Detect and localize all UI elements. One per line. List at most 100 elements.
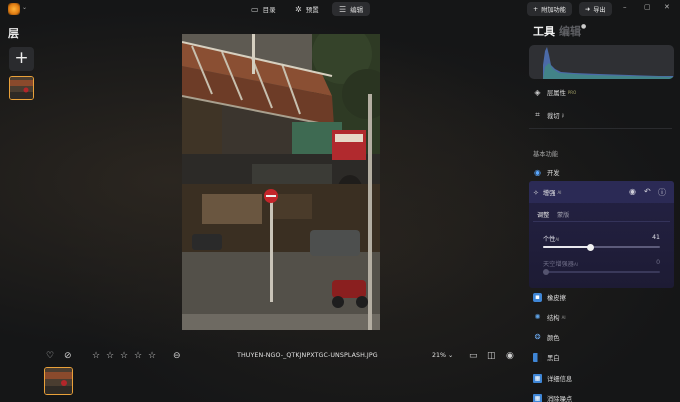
layer-properties-row[interactable]: ◈ 层属性 PRO xyxy=(533,88,576,97)
maximize-icon[interactable]: ▢ xyxy=(644,3,651,11)
close-icon[interactable]: ✕ xyxy=(664,3,670,11)
slider-personality-track[interactable] xyxy=(543,243,660,251)
eraser-icon: ▪ xyxy=(533,293,542,302)
top-bar: ⌄ ▭ 目录 ✲ 预置 ☰ 编辑 + 附加功能 ➜ 导出 – ▢ ✕ xyxy=(0,0,680,18)
details-icon: ▦ xyxy=(533,374,542,383)
tool-color[interactable]: ❂ 颜色 xyxy=(533,333,560,342)
tool-black-white[interactable]: 黑白 xyxy=(533,353,560,362)
slider-sky-name: 天空增强器 xyxy=(543,261,574,268)
addons-button[interactable]: + 附加功能 xyxy=(527,2,572,16)
slider-sky-handle[interactable] xyxy=(543,269,549,275)
color-icon: ❂ xyxy=(534,333,541,341)
subtab-divider xyxy=(533,221,670,222)
tool-color-label: 颜色 xyxy=(547,335,560,342)
slider-personality-value[interactable]: 41 xyxy=(652,234,660,241)
star-icon[interactable]: ☆ xyxy=(92,349,100,363)
develop-icon: ◉ xyxy=(534,168,541,177)
ai-badge: AI xyxy=(561,315,566,320)
layer-thumbnail[interactable] xyxy=(9,76,34,100)
tab-catalog[interactable]: ▭ 目录 xyxy=(244,2,283,16)
photo-canvas[interactable] xyxy=(182,34,380,330)
crop-row[interactable]: ⌗ 裁切 β xyxy=(533,110,564,120)
export-icon: ➜ xyxy=(585,5,591,13)
structure-icon: ✺ xyxy=(534,313,541,321)
enhance-ai-panel: ✧ 增强 AI ◉ ↶ ⓘ 调整 蒙版 个性AI 41 天空增强器AI 0 xyxy=(529,181,674,288)
star-icon[interactable]: ☆ xyxy=(106,349,114,363)
slider-personality-label: 个性AI xyxy=(543,234,559,243)
catalog-icon: ▭ xyxy=(251,4,259,14)
ai-badge: AI xyxy=(555,237,560,242)
zoom-dropdown[interactable]: 21% ⌄ xyxy=(432,352,453,359)
histogram xyxy=(529,45,674,79)
panel-title-label: 增强 xyxy=(542,190,556,197)
app-logo-icon[interactable] xyxy=(8,3,20,15)
reject-icon[interactable]: ⊘ xyxy=(64,349,72,363)
tab-tools[interactable]: 工具 xyxy=(533,25,555,38)
star-icon[interactable]: ☆ xyxy=(120,349,128,363)
visibility-eye-icon[interactable]: ◉ xyxy=(629,187,636,196)
info-icon[interactable]: ⓘ xyxy=(658,187,666,198)
tab-presets-label: 预置 xyxy=(305,6,319,14)
star-icon[interactable]: ☆ xyxy=(134,349,142,363)
tab-edit-label: 编辑 xyxy=(350,6,364,14)
preview-eye-icon[interactable]: ◉ xyxy=(506,349,514,363)
tab-edits[interactable]: 编辑 xyxy=(559,25,581,38)
plus-icon: + xyxy=(533,5,539,13)
layers-icon: ◈ xyxy=(534,88,541,97)
compare-icon[interactable]: ◫ xyxy=(487,349,496,363)
black-white-icon xyxy=(533,353,542,362)
divider xyxy=(529,128,672,129)
tool-structure[interactable]: ✺ 结构 AI xyxy=(533,313,566,322)
filmstrip-toggle-icon[interactable]: ▭ xyxy=(469,349,478,363)
addons-label: 附加功能 xyxy=(541,6,566,14)
crop-icon: ⌗ xyxy=(535,110,540,119)
subtab-mask[interactable]: 蒙版 xyxy=(557,210,569,219)
ai-badge: AI xyxy=(557,190,562,195)
tab-catalog-label: 目录 xyxy=(262,6,276,14)
tool-denoise-label: 消除噪点 xyxy=(547,396,573,402)
tool-details[interactable]: ▦ 详细信息 xyxy=(533,374,572,383)
tool-details-label: 详细信息 xyxy=(547,376,573,383)
minimize-icon[interactable]: – xyxy=(623,3,627,11)
image-filename: THUYEN-NGO-_QTKJNPXTGC-UNSPLASH.JPG xyxy=(237,352,378,359)
export-label: 导出 xyxy=(593,6,606,14)
reset-icon[interactable]: ↶ xyxy=(644,187,651,196)
tool-structure-label: 结构 xyxy=(547,315,560,322)
subtab-adjust[interactable]: 调整 xyxy=(537,210,549,219)
tab-presets[interactable]: ✲ 预置 xyxy=(288,2,326,16)
slider-sky-label: 天空增强器AI xyxy=(543,259,578,268)
edits-indicator-dot: ● xyxy=(581,23,587,30)
layers-title: 层 xyxy=(8,27,19,40)
edit-icon: ☰ xyxy=(339,4,347,14)
sparkle-icon: ✧ xyxy=(533,188,539,197)
section-essentials-label: 基本功能 xyxy=(533,151,559,158)
panel-title: ✧ 增强 AI xyxy=(533,188,562,198)
slider-personality-fill xyxy=(543,246,591,248)
chevron-down-icon[interactable]: ⌄ xyxy=(22,4,27,11)
tool-denoise[interactable]: ▦ 消除噪点 xyxy=(533,394,572,402)
beta-badge: β xyxy=(561,112,565,118)
slider-sky-value[interactable]: 0 xyxy=(656,259,660,266)
more-options-icon[interactable]: ⊖ xyxy=(173,349,181,363)
tab-edit[interactable]: ☰ 编辑 xyxy=(332,2,371,16)
export-button[interactable]: ➜ 导出 xyxy=(579,2,612,16)
ai-badge: AI xyxy=(573,262,578,267)
layer-properties-label: 层属性 xyxy=(547,90,566,97)
slider-sky-track[interactable] xyxy=(543,269,660,275)
filmstrip-thumbnail[interactable] xyxy=(44,367,73,395)
presets-icon: ✲ xyxy=(295,4,302,14)
tool-eraser-label: 橡皮擦 xyxy=(547,295,566,302)
develop-row[interactable]: ◉ 开发 xyxy=(533,168,560,177)
slider-personality-handle[interactable] xyxy=(587,243,595,251)
heart-icon[interactable]: ♡ xyxy=(46,349,54,363)
slider-personality-name: 个性 xyxy=(543,236,556,243)
star-icon[interactable]: ☆ xyxy=(148,349,156,363)
tool-black-white-label: 黑白 xyxy=(547,355,560,362)
right-panel-tabs: 工具 编辑● xyxy=(533,23,586,39)
crop-label: 裁切 xyxy=(547,112,560,120)
tool-eraser[interactable]: ▪ 橡皮擦 xyxy=(533,293,566,302)
develop-label: 开发 xyxy=(547,170,560,177)
add-layer-button[interactable]: + xyxy=(9,47,34,71)
pro-badge: PRO xyxy=(567,90,577,95)
denoise-icon: ▦ xyxy=(533,394,542,402)
